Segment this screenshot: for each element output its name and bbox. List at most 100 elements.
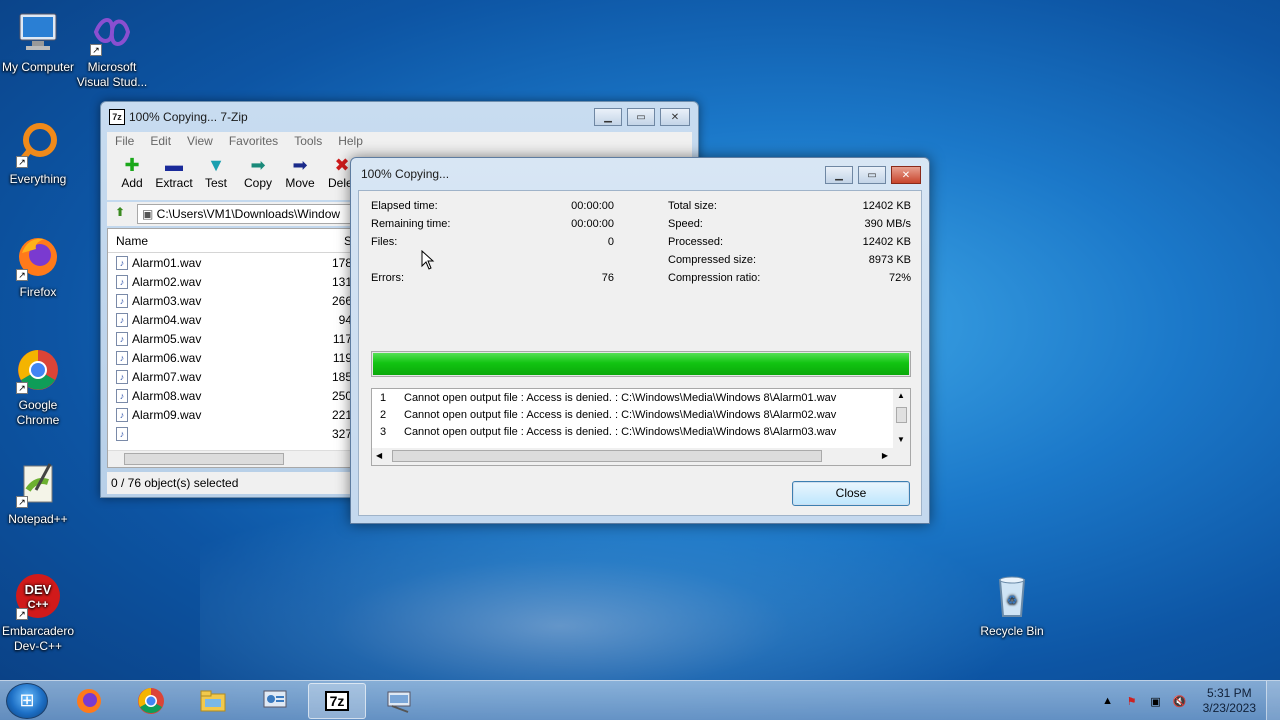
compression-ratio-value: 72% xyxy=(888,272,911,284)
menu-favorites[interactable]: Favorites xyxy=(221,132,286,150)
action-center-icon[interactable]: ⚑ xyxy=(1123,695,1141,708)
errors-label: Errors: xyxy=(371,272,404,284)
clock-time: 5:31 PM xyxy=(1206,686,1252,700)
close-window-button[interactable]: ✕ xyxy=(891,166,921,184)
errors-value: 76 xyxy=(601,272,614,284)
show-hidden-icons-icon[interactable]: ▲ xyxy=(1099,695,1117,707)
file-name: Alarm03.wav xyxy=(132,293,202,308)
elapsed-time-label: Elapsed time: xyxy=(371,200,438,212)
close-button[interactable]: Close xyxy=(792,481,910,506)
computer-icon xyxy=(14,8,62,56)
file-name: Alarm04.wav xyxy=(132,312,202,327)
network-icon[interactable]: ▣ xyxy=(1147,695,1165,708)
scroll-up-icon[interactable]: ▲ xyxy=(897,391,905,400)
maximize-button[interactable]: ▭ xyxy=(627,108,655,126)
audio-file-icon: ♪ xyxy=(116,274,128,289)
minimize-button[interactable]: ▁ xyxy=(594,108,622,126)
scrollbar-thumb[interactable] xyxy=(896,407,907,423)
desktop-icon-label: Microsoft Visual Stud... xyxy=(76,60,148,89)
toolbar-label: Add xyxy=(121,176,143,190)
maximize-button[interactable]: ▭ xyxy=(858,166,886,184)
desktop-icon-label: Embarcadero Dev-C++ xyxy=(1,624,75,653)
menu-edit[interactable]: Edit xyxy=(142,132,179,150)
taskbar-explorer[interactable] xyxy=(184,683,242,719)
audio-file-icon: ♪ xyxy=(116,388,128,403)
scrollbar-thumb[interactable] xyxy=(392,450,822,462)
taskbar: 7z ▲ ⚑ ▣ 🔇 5:31 PM 3/23/2023 xyxy=(0,680,1280,720)
taskbar-keyboard-app[interactable] xyxy=(370,683,428,719)
log-row[interactable]: 1 Cannot open output file : Access is den… xyxy=(372,389,910,406)
taskbar-firefox[interactable] xyxy=(60,683,118,719)
audio-file-icon: ♪ xyxy=(116,293,128,308)
column-header-name[interactable]: Name xyxy=(108,234,336,248)
scroll-right-icon[interactable]: ▶ xyxy=(882,451,888,460)
taskbar-control-panel[interactable] xyxy=(246,683,304,719)
toolbar-label: Extract xyxy=(155,176,193,190)
clock[interactable]: 5:31 PM 3/23/2023 xyxy=(1203,686,1256,716)
svg-text:C++: C++ xyxy=(28,599,49,611)
file-name: Alarm01.wav xyxy=(132,255,202,270)
copy-button[interactable]: ➡ Copy xyxy=(237,150,279,200)
menu-help[interactable]: Help xyxy=(330,132,371,150)
minimize-button[interactable]: ▁ xyxy=(825,166,853,184)
taskbar-chrome[interactable] xyxy=(122,683,180,719)
scroll-left-icon[interactable]: ◀ xyxy=(376,451,382,460)
volume-muted-icon[interactable]: 🔇 xyxy=(1171,695,1189,708)
scrollbar-thumb[interactable] xyxy=(124,453,284,465)
desktop-icon-my-computer[interactable]: My Computer xyxy=(0,8,76,75)
desktop-icon-chrome[interactable]: ↗ Google Chrome xyxy=(0,346,76,428)
desktop-icon-devcpp[interactable]: DEV C++ ↗ Embarcadero Dev-C++ xyxy=(0,572,76,654)
devcpp-icon: DEV C++ ↗ xyxy=(14,572,62,620)
show-desktop-button[interactable] xyxy=(1266,681,1280,720)
compressed-size-value: 8973 KB xyxy=(868,254,911,266)
menu-view[interactable]: View xyxy=(179,132,221,150)
copy-progress-dialog[interactable]: 100% Copying... ▁ ▭ ✕ Elapsed time: 00:0… xyxy=(350,157,930,524)
visual-studio-icon: ↗ xyxy=(88,8,136,56)
extract-button[interactable]: ▬ Extract xyxy=(153,150,195,200)
move-button[interactable]: ➡ Move xyxy=(279,150,321,200)
log-row[interactable]: 2 Cannot open output file : Access is den… xyxy=(372,406,910,423)
log-hscrollbar[interactable]: ◀ ▶ xyxy=(372,448,910,465)
toolbar-label: Copy xyxy=(243,176,272,190)
dialog-caption-buttons: ▁ ▭ ✕ xyxy=(825,166,921,184)
close-icon: ✕ xyxy=(670,111,680,123)
add-button[interactable]: ✚ Add xyxy=(111,150,153,200)
svg-text:DEV: DEV xyxy=(25,582,52,597)
desktop-icon-recycle-bin[interactable]: ♻ Recycle Bin xyxy=(974,572,1050,639)
audio-file-icon: ♪ xyxy=(116,369,128,384)
desktop-icon-everything[interactable]: ↗ Everything xyxy=(0,120,76,187)
desktop-icon-visual-studio[interactable]: ↗ Microsoft Visual Stud... xyxy=(74,8,150,90)
files-label: Files: xyxy=(371,236,398,248)
maximize-icon: ▭ xyxy=(867,169,877,181)
log-row[interactable]: 3 Cannot open output file : Access is den… xyxy=(372,423,910,440)
log-vscrollbar[interactable]: ▲ ▼ xyxy=(893,389,910,449)
toolbar-label: Test xyxy=(204,176,227,190)
close-window-button[interactable]: ✕ xyxy=(660,108,690,126)
keyboard-icon xyxy=(387,691,411,713)
error-log-list[interactable]: 1 Cannot open output file : Access is den… xyxy=(371,388,911,466)
desktop-icon-label: Google Chrome xyxy=(16,398,60,427)
desktop-icon-notepadpp[interactable]: ↗ Notepad++ xyxy=(0,460,76,527)
speed-label: Speed: xyxy=(668,218,703,230)
folder-up-icon[interactable]: ⬆ xyxy=(111,205,129,223)
scroll-down-icon[interactable]: ▼ xyxy=(897,435,905,444)
audio-file-icon: ♪ xyxy=(116,331,128,346)
log-row-number: 2 xyxy=(380,408,387,421)
chrome-icon: ↗ xyxy=(14,346,62,394)
progress-bar xyxy=(371,351,911,377)
taskbar-7zip[interactable]: 7z xyxy=(308,683,366,719)
menu-tools[interactable]: Tools xyxy=(286,132,330,150)
shortcut-arrow-icon: ↗ xyxy=(16,269,28,281)
file-name: Alarm06.wav xyxy=(132,350,202,365)
toolbar-label: Move xyxy=(285,176,315,190)
test-button[interactable]: ▼ Test xyxy=(195,150,237,200)
audio-file-icon: ♪ xyxy=(116,312,128,327)
address-path: C:\Users\VM1\Downloads\Window xyxy=(156,207,341,221)
speed-value: 390 MB/s xyxy=(864,218,911,230)
7zip-app-icon: 7z xyxy=(109,109,125,125)
desktop-icon-firefox[interactable]: ↗ Firefox xyxy=(0,233,76,300)
svg-text:♻: ♻ xyxy=(1007,593,1018,607)
start-button[interactable] xyxy=(6,683,48,719)
recycle-bin-icon: ♻ xyxy=(988,572,1036,620)
menu-file[interactable]: File xyxy=(107,132,142,150)
